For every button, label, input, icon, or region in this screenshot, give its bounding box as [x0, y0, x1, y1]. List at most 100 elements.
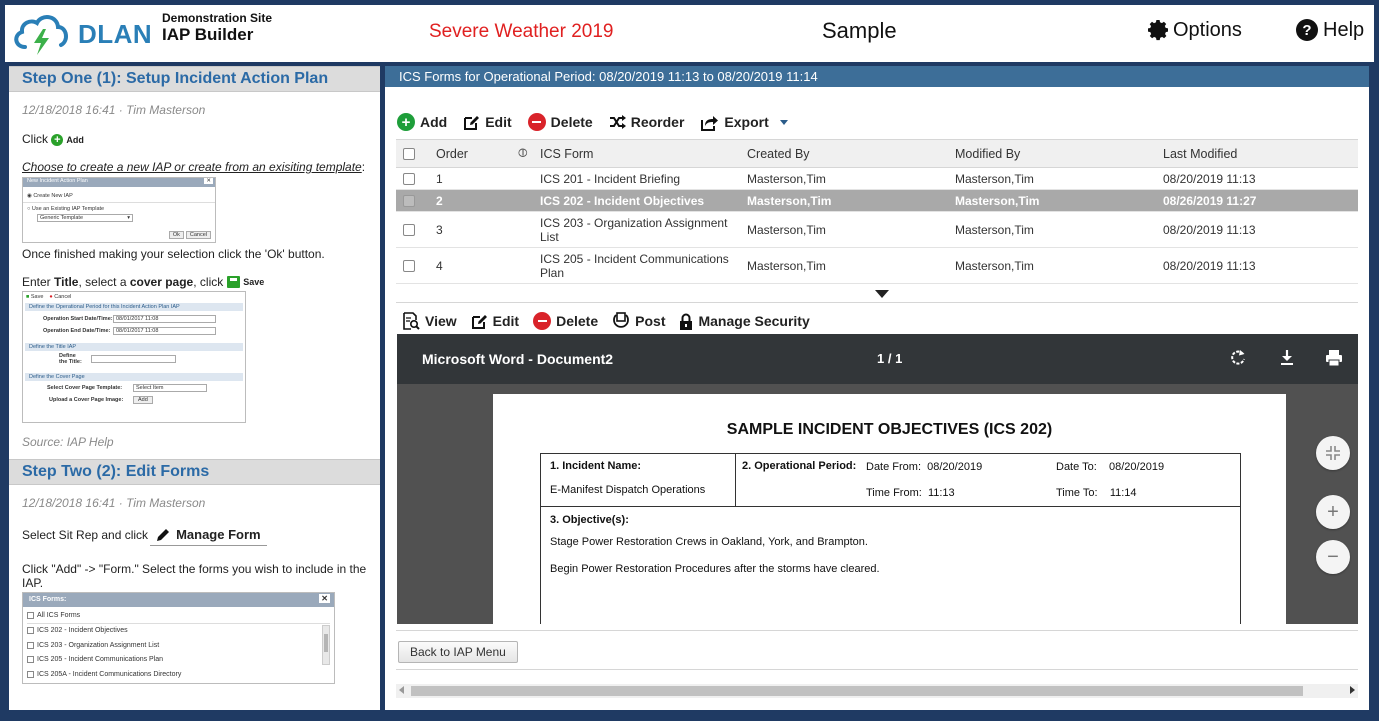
- manage-security-button[interactable]: Manage Security: [679, 313, 810, 330]
- thumb-form-checkbox: [27, 670, 34, 678]
- download-icon[interactable]: [1277, 348, 1297, 368]
- thumb-section-cover: Define the Cover Page: [25, 373, 243, 381]
- document-delete-label: Delete: [556, 313, 599, 329]
- export-button[interactable]: Export: [700, 114, 788, 131]
- cell-order: 1: [426, 167, 518, 190]
- rotate-icon[interactable]: [1228, 348, 1248, 368]
- step-one-meta: 12/18/2018 16:41 · Tim Masterson: [22, 103, 206, 117]
- select-all-cell: [396, 139, 426, 168]
- table-row[interactable]: 3 ICS 203 - Organization Assignment List…: [396, 211, 1358, 248]
- col-header-last-modified[interactable]: Last Modified: [1163, 139, 1358, 168]
- divider: [396, 302, 1358, 303]
- divider: [396, 669, 1358, 670]
- row-checkbox[interactable]: [403, 260, 415, 273]
- scrollbar-thumb[interactable]: [411, 686, 1303, 696]
- dlan-logo[interactable]: DLAN: [11, 11, 152, 57]
- view-button[interactable]: View: [403, 312, 457, 330]
- thumb-upload-row: Upload a Cover Page Image: Add: [49, 396, 245, 404]
- back-to-iap-menu-button[interactable]: Back to IAP Menu: [398, 641, 518, 663]
- plan-name: Sample: [822, 18, 897, 43]
- col-header-ics-form[interactable]: ICS Form: [540, 139, 747, 168]
- col-header-attachment[interactable]: ⦷: [518, 139, 540, 168]
- help-button[interactable]: ? Help: [1295, 18, 1364, 42]
- time-to-value: 11:14: [1109, 487, 1137, 499]
- options-button[interactable]: Options: [1147, 18, 1242, 42]
- cell-attachment: [518, 189, 540, 212]
- document-viewer[interactable]: Microsoft Word - Document2 1 / 1 SAMPLE …: [397, 334, 1358, 624]
- thumb-title-input: [91, 355, 176, 363]
- minus-circle-icon: [533, 312, 552, 330]
- objective-item: Stage Power Restoration Crews in Oakland…: [550, 536, 868, 548]
- row-checkbox[interactable]: [403, 224, 415, 237]
- table-row-selected[interactable]: 2 ICS 202 - Incident Objectives Masterso…: [396, 189, 1358, 212]
- thumb-save: ■ Save: [26, 294, 44, 300]
- pencil-icon: [157, 528, 170, 541]
- cell-created-by: Masterson,Tim: [747, 167, 955, 190]
- time-from: Time From: 11:13: [866, 487, 955, 499]
- thumb-option-new: ◉ Create New IAP: [27, 193, 73, 199]
- time-to-label: Time To:: [1056, 487, 1098, 499]
- view-label: View: [425, 313, 457, 329]
- thumb-dialog-title-text: New Incident Action Plan: [27, 178, 88, 184]
- divider: [396, 630, 1358, 631]
- view-icon: [403, 312, 420, 330]
- paperclip-icon: ⦷: [518, 146, 528, 160]
- document-delete-button[interactable]: Delete: [533, 312, 598, 330]
- thumb-form-checkbox: [27, 627, 34, 635]
- col-header-modified-by[interactable]: Modified By: [955, 139, 1163, 168]
- print-icon[interactable]: [1324, 348, 1344, 368]
- thumb-forms-close-icon: ✕: [319, 594, 330, 603]
- export-label: Export: [724, 114, 769, 130]
- table-row[interactable]: 1 ICS 201 - Incident Briefing Masterson,…: [396, 167, 1358, 190]
- select-all-checkbox[interactable]: [403, 148, 415, 161]
- horizontal-scrollbar[interactable]: [396, 684, 1358, 698]
- time-from-label: Time From:: [866, 487, 922, 499]
- col-header-order[interactable]: Order: [426, 139, 518, 168]
- choose-suffix: :: [361, 160, 366, 174]
- thumb-form-label: ICS 203 - Organization Assignment List: [37, 641, 160, 649]
- edit-icon: [464, 115, 480, 130]
- col-header-created-by[interactable]: Created By: [747, 139, 955, 168]
- thumb-form-item: ICS 205 - Incident Communications Plan: [27, 653, 330, 668]
- document-edit-button[interactable]: Edit: [471, 313, 519, 330]
- time-from-value: 11:13: [927, 487, 955, 499]
- row-checkbox-cell: [396, 189, 426, 212]
- thumb-form-checkbox: [27, 612, 34, 620]
- click-add-form-text: Click "Add" -> "Form." Select the forms …: [22, 562, 367, 590]
- cell-modified-by: Masterson,Tim: [955, 167, 1163, 190]
- row-checkbox[interactable]: [403, 195, 415, 208]
- thumb-form-checkbox: [27, 641, 34, 649]
- options-label: Options: [1173, 18, 1242, 41]
- expand-caret-icon[interactable]: [875, 290, 889, 298]
- choose-link-text[interactable]: Choose to create a new IAP or create fro…: [22, 160, 362, 174]
- date-from: Date From: 08/20/2019: [866, 461, 982, 473]
- thumb-cover-label: Select Cover Page Template:: [47, 385, 123, 391]
- enter-title-word: Title: [54, 275, 79, 289]
- scroll-right-arrow[interactable]: [1350, 686, 1355, 694]
- post-button[interactable]: Post: [612, 312, 665, 330]
- edit-button[interactable]: Edit: [463, 114, 512, 131]
- incident-name-value: E-Manifest Dispatch Operations: [550, 484, 706, 496]
- thumb-cover-select: Select Item: [133, 384, 207, 392]
- row-checkbox[interactable]: [403, 173, 415, 186]
- thumb-cover-row: Select Cover Page Template: Select Item: [47, 384, 245, 392]
- inline-manage-form-button: Manage Form: [150, 525, 267, 546]
- scroll-left-arrow[interactable]: [399, 686, 404, 694]
- zoom-out-button[interactable]: −: [1316, 540, 1350, 574]
- select-sit-rep-text: Select Sit Rep and click: [22, 528, 149, 542]
- thumb-form-item: ICS 202 - Incident Objectives: [27, 624, 330, 639]
- thumb-forms-title-text: ICS Forms:: [29, 596, 67, 603]
- table-row[interactable]: 4 ICS 205 - Incident Communications Plan…: [396, 247, 1358, 284]
- reorder-button[interactable]: Reorder: [609, 114, 684, 130]
- thumb-option-new-label: Create New IAP: [33, 193, 73, 199]
- step-two-title: Step Two (2): Edit Forms: [9, 459, 380, 485]
- app-header: DLAN Demonstration Site IAP Builder Seve…: [5, 5, 1374, 62]
- caret-down-icon: [779, 119, 788, 125]
- thumb-option-existing: ○ Use an Existing IAP Template: [27, 206, 105, 212]
- gear-icon: [1148, 20, 1168, 41]
- fit-page-button[interactable]: [1316, 436, 1350, 470]
- add-button[interactable]: + Add: [397, 113, 447, 131]
- date-from-value: 08/20/2019: [927, 461, 983, 473]
- delete-button[interactable]: Delete: [527, 113, 593, 131]
- zoom-in-button[interactable]: +: [1316, 495, 1350, 529]
